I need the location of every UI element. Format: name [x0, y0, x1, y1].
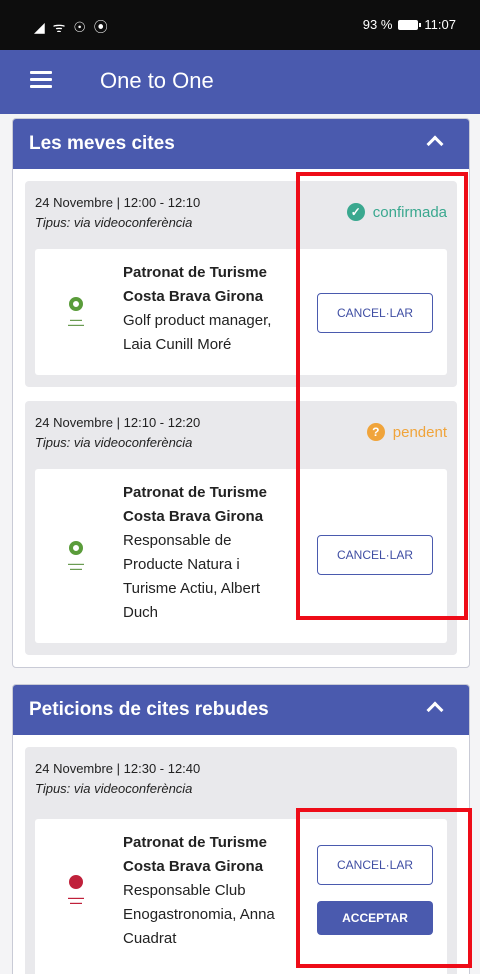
chevron-up-icon[interactable] — [426, 135, 444, 153]
organization-logo: ▬▬▬▬▬▬▬ — [53, 539, 99, 579]
appointment-time: 24 Novembre | 12:30 - 12:40 — [35, 761, 201, 776]
status-icons: ◢ ᯤ ☉ ⦿ — [34, 19, 110, 35]
my-appointments-header[interactable]: Les meves cites — [13, 119, 469, 169]
hamburger-icon[interactable] — [30, 71, 52, 89]
appointment-card: 24 Novembre | 12:30 - 12:40 Tipus: via v… — [25, 747, 457, 974]
chevron-up-icon[interactable] — [426, 701, 444, 719]
appointment-type: Tipus: via videoconferència — [35, 781, 193, 796]
clock: 11:07 — [424, 17, 456, 32]
organization-name-line2: Costa Brava Girona — [123, 858, 264, 875]
contact-role: Duch — [123, 604, 159, 621]
received-requests-header[interactable]: Peticions de cites rebudes — [13, 685, 469, 735]
cancel-button[interactable]: CANCEL·LAR — [317, 535, 433, 575]
organization-logo: ▬▬▬▬▬▬▬ — [53, 873, 99, 913]
appointment-detail: ▬▬▬▬▬▬▬ Patronat de Turisme Costa Brava … — [35, 469, 447, 643]
appointment-card: 24 Novembre | 12:10 - 12:20 Tipus: via v… — [25, 401, 457, 655]
organization-info: Patronat de Turisme Costa Brava Girona R… — [123, 481, 293, 625]
organization-info: Patronat de Turisme Costa Brava Girona G… — [123, 261, 293, 357]
contact-role: Turisme Actiu, Albert — [123, 580, 260, 597]
contact-role: Producte Natura i — [123, 556, 240, 573]
battery-icon — [398, 19, 422, 30]
status-bar: ◢ ᯤ ☉ ⦿ 93 % 11:07 — [0, 0, 480, 50]
appointment-card: 24 Novembre | 12:00 - 12:10 Tipus: via v… — [25, 181, 457, 387]
contact-role: Laia Cunill Moré — [123, 336, 232, 353]
page-title: One to One — [100, 68, 214, 93]
organization-name-line2: Costa Brava Girona — [123, 508, 264, 525]
appointment-type: Tipus: via videoconferència — [35, 215, 193, 230]
contact-role: Responsable de — [123, 532, 232, 549]
my-appointments-section: Les meves cites 24 Novembre | 12:00 - 12… — [12, 118, 470, 668]
appointment-header: 24 Novembre | 12:10 - 12:20 Tipus: via v… — [25, 401, 457, 465]
appointment-header: 24 Novembre | 12:30 - 12:40 Tipus: via v… — [25, 747, 457, 811]
appointment-time: 24 Novembre | 12:10 - 12:20 — [35, 415, 201, 430]
organization-name: Patronat de Turisme — [123, 264, 267, 281]
cancel-button[interactable]: CANCEL·LAR — [317, 845, 433, 885]
received-requests-section: Peticions de cites rebudes 24 Novembre |… — [12, 684, 470, 974]
status-right: 93 % 11:07 — [363, 17, 456, 32]
status-badge: ? pendent — [366, 423, 447, 441]
cancel-button[interactable]: CANCEL·LAR — [317, 293, 433, 333]
appointment-type: Tipus: via videoconferència — [35, 435, 193, 450]
organization-info: Patronat de Turisme Costa Brava Girona R… — [123, 831, 293, 951]
organization-name-line2: Costa Brava Girona — [123, 288, 264, 305]
check-circle-icon: ✓ — [346, 203, 365, 221]
battery-percent: 93 % — [362, 17, 393, 32]
status-badge: ✓ confirmada — [346, 203, 447, 221]
app-bar: One to One — [0, 50, 480, 114]
appointment-detail: ▬▬▬▬▬▬▬ Patronat de Turisme Costa Brava … — [35, 249, 447, 375]
section-title: Les meves cites — [29, 133, 175, 154]
accept-button[interactable]: ACCEPTAR — [317, 901, 433, 935]
appointment-detail: ▬▬▬▬▬▬▬ Patronat de Turisme Costa Brava … — [35, 819, 447, 974]
contact-role: Cuadrat — [123, 930, 177, 947]
contact-role: Responsable Club — [123, 882, 246, 899]
help-circle-icon: ? — [366, 423, 385, 441]
appointment-header: 24 Novembre | 12:00 - 12:10 Tipus: via v… — [25, 181, 457, 245]
status-label: pendent — [392, 423, 447, 441]
contact-role: Golf product manager, — [123, 312, 272, 329]
organization-name: Patronat de Turisme — [123, 484, 267, 501]
appointment-time: 24 Novembre | 12:00 - 12:10 — [35, 195, 201, 210]
status-label: confirmada — [372, 203, 447, 221]
organization-logo: ▬▬▬▬▬▬▬ — [53, 295, 99, 335]
section-title: Peticions de cites rebudes — [29, 699, 269, 720]
contact-role: Enogastronomia, Anna — [123, 906, 275, 923]
organization-name: Patronat de Turisme — [123, 834, 267, 851]
